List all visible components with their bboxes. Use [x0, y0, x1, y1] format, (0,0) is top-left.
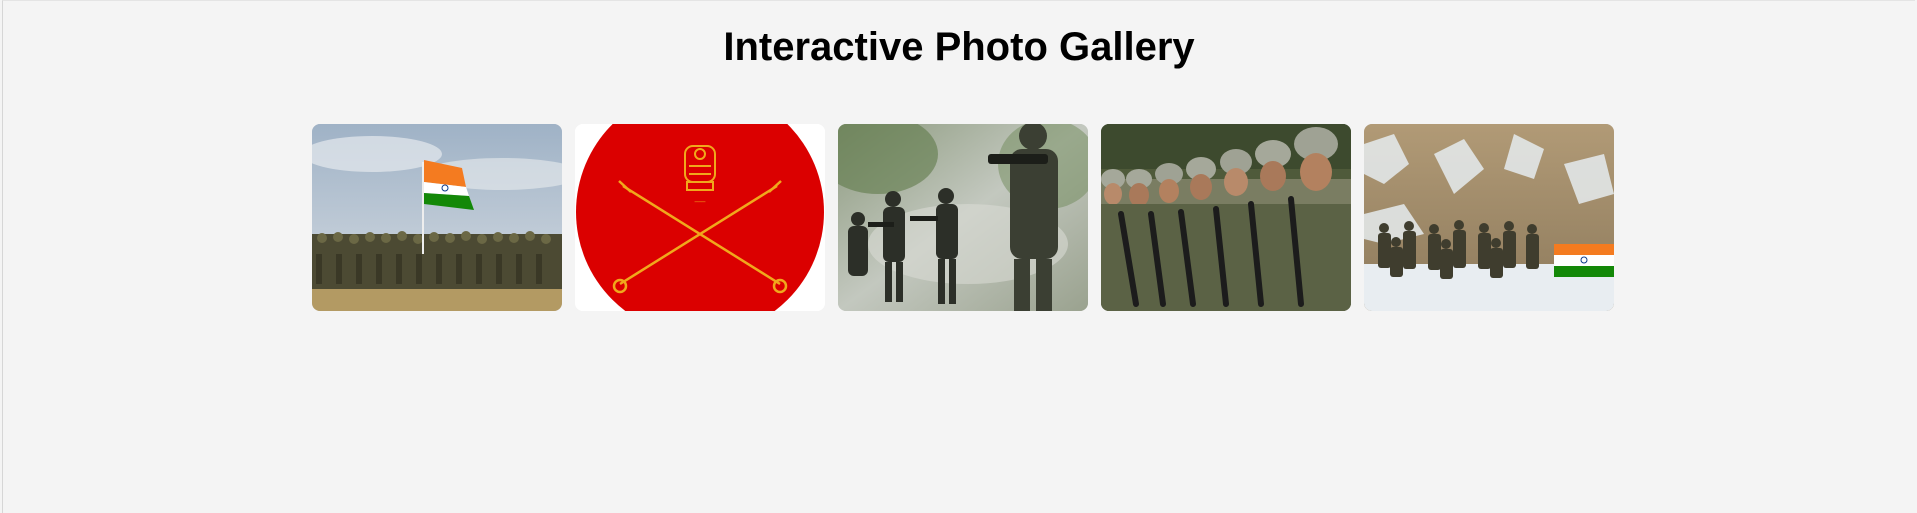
photo-1-image — [312, 124, 562, 311]
gallery-photo-5[interactable] — [1364, 124, 1614, 311]
photo-gallery: ─── — [312, 124, 1614, 311]
photo-3-image — [838, 124, 1088, 311]
photo-2-image: ─── — [575, 124, 825, 311]
photo-5-image — [1364, 124, 1614, 311]
gallery-photo-1[interactable] — [312, 124, 562, 311]
gallery-photo-4[interactable] — [1101, 124, 1351, 311]
gallery-photo-2[interactable]: ─── — [575, 124, 825, 311]
svg-text:───: ─── — [694, 199, 706, 206]
gallery-photo-3[interactable] — [838, 124, 1088, 311]
photo-4-image — [1101, 124, 1351, 311]
page-frame: Interactive Photo Gallery ─── — [2, 0, 1915, 513]
page-title: Interactive Photo Gallery — [723, 25, 1195, 69]
